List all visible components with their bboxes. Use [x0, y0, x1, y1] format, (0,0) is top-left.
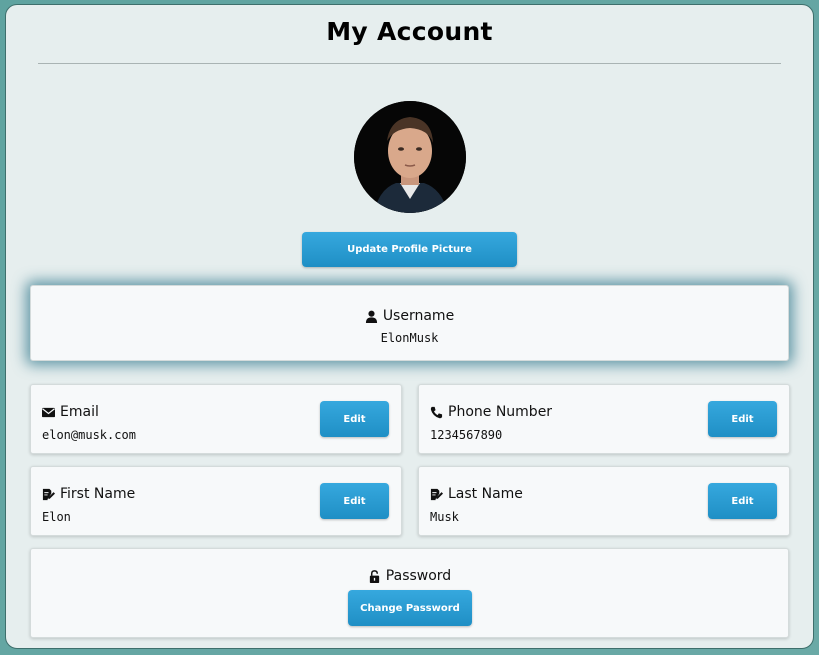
username-label-row: Username — [31, 308, 788, 324]
phone-label-row: Phone Number — [430, 404, 552, 420]
title-divider — [38, 63, 781, 64]
last-name-card: Last Name Musk Edit — [418, 466, 790, 536]
edit-last-name-button[interactable]: Edit — [708, 483, 777, 519]
avatar-photo — [354, 101, 466, 213]
envelope-icon — [42, 407, 55, 417]
phone-icon — [430, 406, 443, 418]
page-title: My Account — [326, 17, 493, 46]
phone-value: 1234567890 — [430, 428, 503, 442]
password-label: Password — [385, 568, 452, 584]
edit-document-icon — [42, 488, 55, 500]
phone-label: Phone Number — [448, 404, 553, 420]
email-value: elon@musk.com — [42, 428, 136, 442]
username-value: ElonMusk — [380, 331, 439, 345]
last-name-value: Musk — [430, 510, 459, 524]
avatar — [354, 101, 466, 213]
first-name-label-row: First Name — [42, 486, 135, 502]
email-card: Email elon@musk.com Edit — [30, 384, 402, 454]
account-window: My Account Update Profile Picture Userna… — [5, 4, 814, 649]
username-label: Username — [382, 308, 455, 324]
edit-email-button[interactable]: Edit — [320, 401, 389, 437]
user-icon — [365, 310, 377, 323]
first-name-card: First Name Elon Edit — [30, 466, 402, 536]
email-label: Email — [60, 404, 99, 420]
last-name-label-row: Last Name — [430, 486, 523, 502]
edit-phone-button[interactable]: Edit — [708, 401, 777, 437]
first-name-label: First Name — [60, 486, 136, 502]
edit-document-icon — [430, 488, 443, 500]
email-label-row: Email — [42, 404, 99, 420]
change-password-button[interactable]: Change Password — [348, 590, 472, 626]
edit-first-name-button[interactable]: Edit — [320, 483, 389, 519]
phone-card: Phone Number 1234567890 Edit — [418, 384, 790, 454]
update-profile-picture-button[interactable]: Update Profile Picture — [302, 232, 517, 267]
password-label-row: Password — [31, 568, 788, 584]
unlock-icon — [369, 569, 379, 583]
first-name-value: Elon — [42, 510, 71, 524]
username-card: Username ElonMusk — [30, 285, 789, 361]
last-name-label: Last Name — [448, 486, 523, 502]
password-card: Password Change Password — [30, 548, 789, 638]
